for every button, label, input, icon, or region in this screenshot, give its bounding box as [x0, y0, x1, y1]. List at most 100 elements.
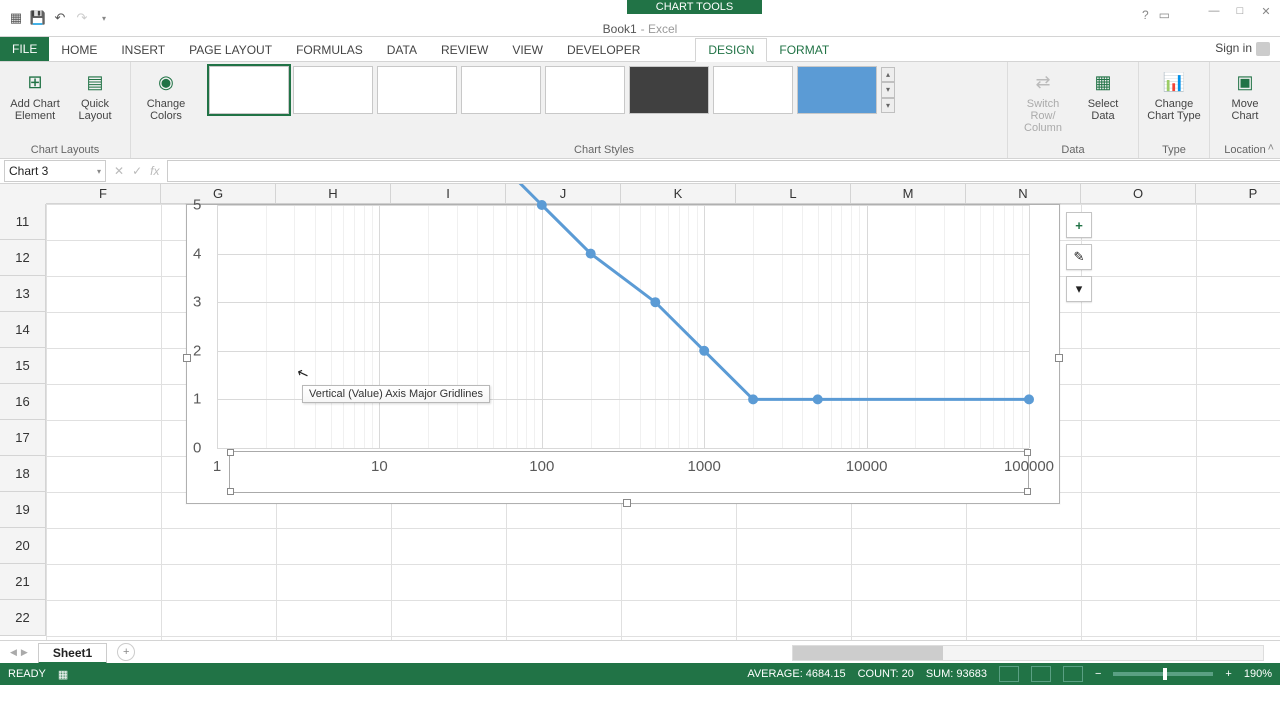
row-header[interactable]: 13 — [0, 276, 46, 312]
row-header[interactable]: 20 — [0, 528, 46, 564]
change-colors-button[interactable]: ◉Change Colors — [139, 66, 193, 122]
view-page-break-button[interactable] — [1063, 666, 1083, 682]
x-tick-label: 1 — [213, 458, 221, 475]
add-chart-element-button[interactable]: ⊞Add Chart Element — [8, 66, 62, 122]
quick-layout-button[interactable]: ▤Quick Layout — [68, 66, 122, 122]
select-data-icon: ▦ — [1089, 68, 1117, 96]
zoom-level[interactable]: 190% — [1244, 668, 1272, 680]
row-header[interactable]: 14 — [0, 312, 46, 348]
view-normal-button[interactable] — [999, 666, 1019, 682]
chart-style-3[interactable] — [377, 66, 457, 114]
column-header[interactable]: P — [1196, 184, 1280, 204]
tab-format[interactable]: FORMAT — [767, 39, 841, 61]
column-header[interactable]: G — [161, 184, 276, 204]
chart-style-2[interactable] — [293, 66, 373, 114]
help-icon[interactable]: ? — [1142, 8, 1149, 22]
horizontal-scrollbar[interactable] — [792, 645, 1264, 661]
move-chart-button[interactable]: ▣Move Chart — [1218, 66, 1272, 122]
select-all-corner[interactable] — [0, 184, 47, 205]
row-header[interactable]: 21 — [0, 564, 46, 600]
row-header[interactable]: 15 — [0, 348, 46, 384]
row-header[interactable]: 11 — [0, 204, 46, 240]
chart-object[interactable]: Vertical (Value) Axis Major Gridlines ↖ … — [186, 204, 1060, 504]
row-header[interactable]: 16 — [0, 384, 46, 420]
column-header[interactable]: M — [851, 184, 966, 204]
collapse-ribbon-icon[interactable]: ˄ — [1268, 142, 1274, 154]
tab-view[interactable]: VIEW — [500, 39, 555, 61]
chart-style-6[interactable] — [629, 66, 709, 114]
chart-style-7[interactable] — [713, 66, 793, 114]
macro-record-icon[interactable]: ▦ — [58, 668, 68, 681]
ribbon-display-icon[interactable]: ▭ — [1159, 8, 1170, 22]
change-chart-type-button[interactable]: 📊Change Chart Type — [1147, 66, 1201, 122]
minimize-button[interactable]: — — [1204, 4, 1224, 18]
chart-styles-button[interactable]: ✎ — [1066, 244, 1092, 270]
column-header[interactable]: L — [736, 184, 851, 204]
sheet-tab-sheet1[interactable]: Sheet1 — [38, 643, 107, 664]
chart-elements-button[interactable]: + — [1066, 212, 1092, 238]
row-header[interactable]: 22 — [0, 600, 46, 636]
close-button[interactable]: ✕ — [1256, 4, 1276, 18]
view-page-layout-button[interactable] — [1031, 666, 1051, 682]
row-header[interactable]: 12 — [0, 240, 46, 276]
chart-series[interactable] — [217, 205, 1029, 448]
row-header[interactable]: 18 — [0, 456, 46, 492]
undo-button[interactable]: ↶ — [50, 8, 70, 28]
zoom-slider[interactable] — [1113, 672, 1213, 676]
column-headers[interactable]: FGHIJKLMNOP — [46, 184, 1280, 204]
sheet-nav[interactable]: ◀▶ — [10, 647, 28, 658]
tab-developer[interactable]: DEVELOPER — [555, 39, 652, 61]
y-tick-label: 0 — [193, 440, 201, 457]
status-ready: READY — [8, 668, 46, 680]
tab-home[interactable]: HOME — [49, 39, 109, 61]
plot-area[interactable] — [217, 205, 1029, 448]
group-chart-styles: ▴▾▾ Chart Styles — [201, 62, 1008, 158]
formula-input[interactable] — [167, 160, 1280, 182]
chart-filters-button[interactable]: ▾ — [1066, 276, 1092, 302]
column-header[interactable]: O — [1081, 184, 1196, 204]
sign-in-link[interactable]: Sign in — [1215, 41, 1270, 56]
contextual-tab-label: CHART TOOLS — [627, 0, 762, 14]
chart-style-8[interactable] — [797, 66, 877, 114]
row-header[interactable]: 19 — [0, 492, 46, 528]
chart-style-5[interactable] — [545, 66, 625, 114]
gallery-scroll[interactable]: ▴▾▾ — [881, 67, 895, 113]
fx-icon[interactable]: fx — [150, 164, 159, 178]
column-header[interactable]: F — [46, 184, 161, 204]
row-headers[interactable]: 111213141516171819202122 — [0, 204, 46, 636]
tab-insert[interactable]: INSERT — [109, 39, 177, 61]
column-header[interactable]: H — [276, 184, 391, 204]
column-header[interactable]: K — [621, 184, 736, 204]
column-header[interactable]: N — [966, 184, 1081, 204]
add-sheet-button[interactable]: + — [117, 643, 135, 661]
chevron-down-icon[interactable]: ▾ — [97, 167, 101, 176]
save-button[interactable]: 💾 — [28, 8, 48, 28]
worksheet-area[interactable]: FGHIJKLMNOP 111213141516171819202122 Ver… — [0, 184, 1280, 640]
formula-bar: Chart 3▾ ✕ ✓ fx — [0, 159, 1280, 184]
avatar — [1256, 42, 1270, 56]
name-box[interactable]: Chart 3▾ — [4, 160, 106, 182]
zoom-out-button[interactable]: − — [1095, 668, 1101, 680]
tab-file[interactable]: FILE — [0, 37, 49, 61]
switch-row-column-button: ⇄Switch Row/ Column — [1016, 66, 1070, 134]
cancel-formula-icon: ✕ — [114, 164, 124, 178]
row-header[interactable]: 17 — [0, 420, 46, 456]
chart-style-4[interactable] — [461, 66, 541, 114]
tab-page-layout[interactable]: PAGE LAYOUT — [177, 39, 284, 61]
tab-review[interactable]: REVIEW — [429, 39, 500, 61]
quick-layout-icon: ▤ — [81, 68, 109, 96]
tab-formulas[interactable]: FORMULAS — [284, 39, 375, 61]
maximize-button[interactable]: □ — [1230, 4, 1250, 18]
select-data-button[interactable]: ▦Select Data — [1076, 66, 1130, 134]
x-axis-selection[interactable] — [229, 451, 1029, 493]
redo-button[interactable]: ↷ — [72, 8, 92, 28]
column-header[interactable]: I — [391, 184, 506, 204]
zoom-in-button[interactable]: + — [1225, 668, 1231, 680]
chart-style-1[interactable] — [209, 66, 289, 114]
status-bar: READY ▦ AVERAGE: 4684.15 COUNT: 20 SUM: … — [0, 663, 1280, 685]
qat-dropdown-icon[interactable]: ▾ — [94, 8, 114, 28]
group-label: Type — [1147, 144, 1201, 156]
group-label: Chart Layouts — [8, 144, 122, 156]
tab-design[interactable]: DESIGN — [695, 38, 767, 62]
tab-data[interactable]: DATA — [375, 39, 429, 61]
